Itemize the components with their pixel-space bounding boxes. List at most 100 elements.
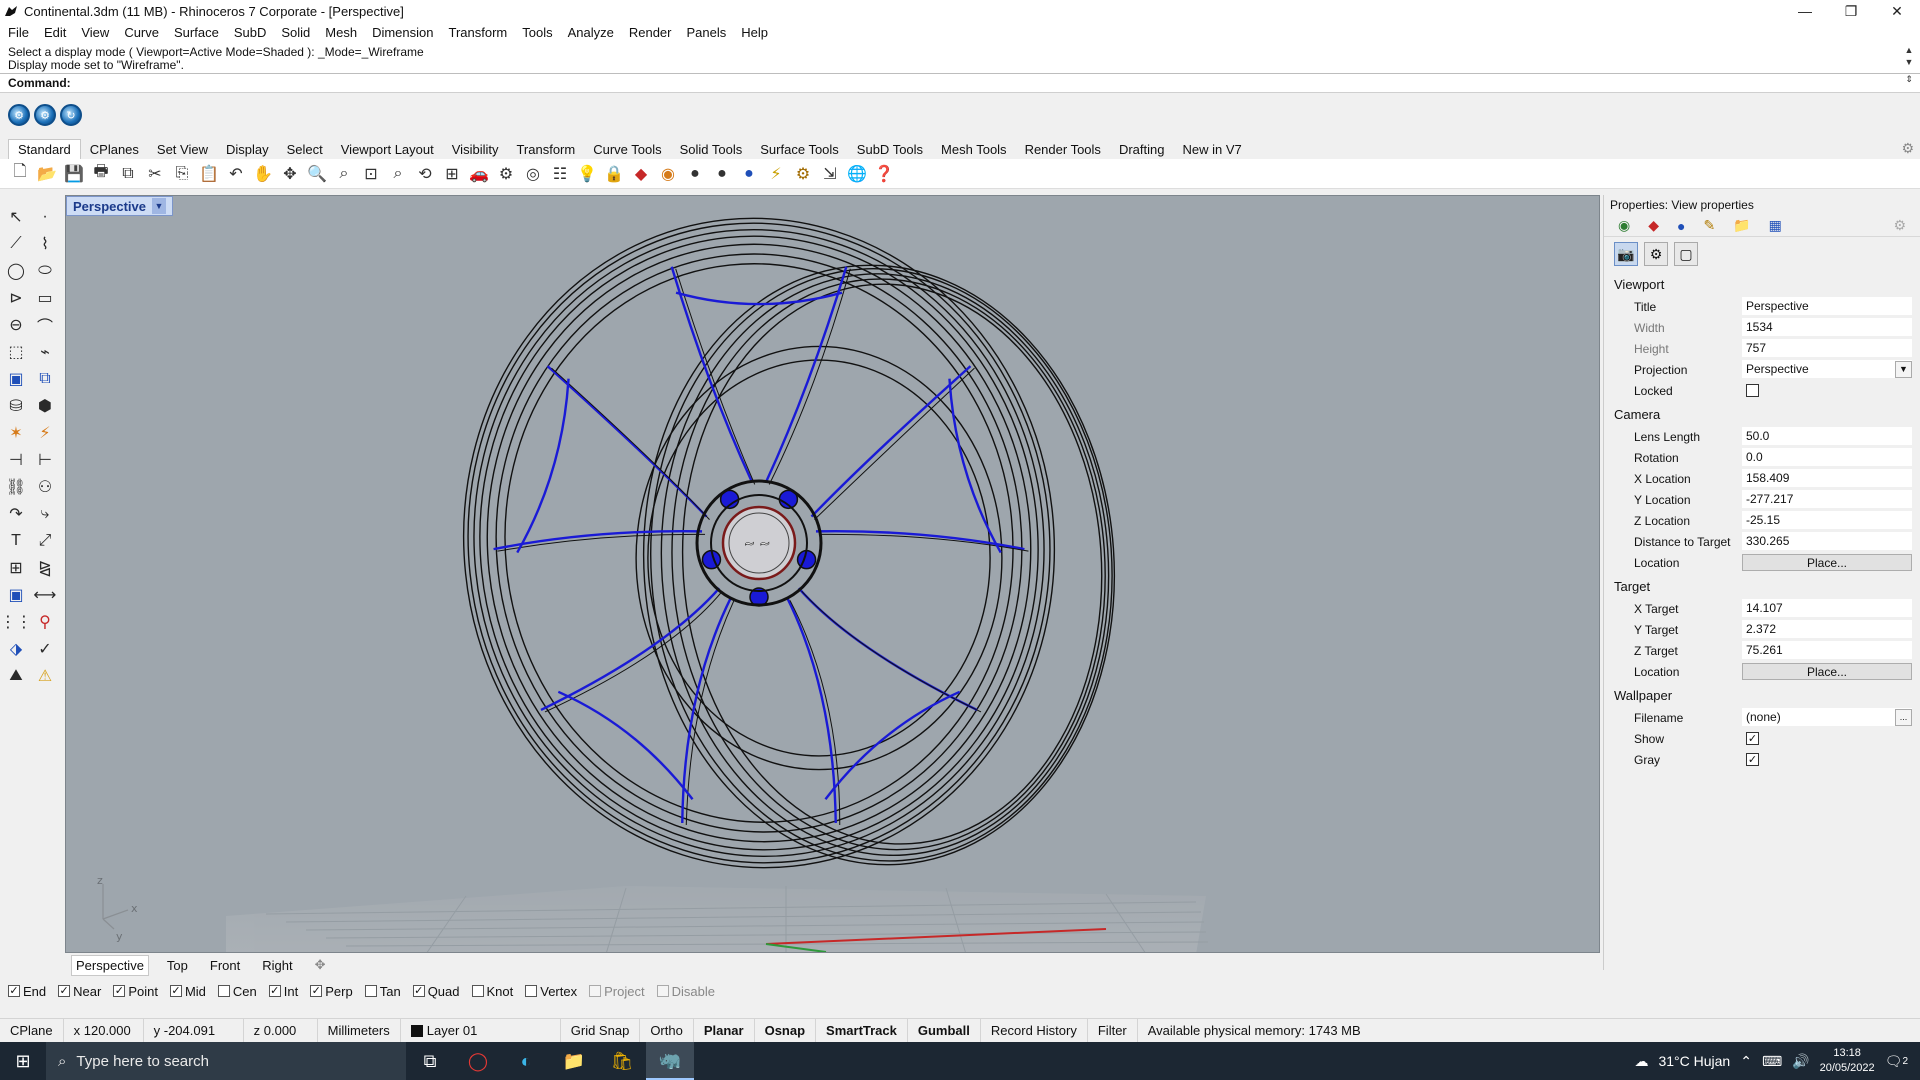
globe-icon[interactable]: 🌐: [845, 162, 869, 186]
panel-options-icon[interactable]: ⚙: [1893, 217, 1906, 234]
zoom-selected-icon[interactable]: ⌕: [386, 162, 410, 186]
prop-distance-field[interactable]: 330.265: [1742, 532, 1912, 551]
osnap-checkbox[interactable]: ✓: [310, 985, 323, 997]
perspective-viewport[interactable]: ~ ~ z x y Perspective ▼: [65, 195, 1600, 953]
wand-icon[interactable]: ⚡: [764, 162, 788, 186]
prop-yloc-field[interactable]: -277.217: [1742, 490, 1912, 509]
osnap-near[interactable]: ✓ Near: [58, 984, 101, 999]
tab-cplanes[interactable]: CPlanes: [81, 140, 148, 159]
explode-icon[interactable]: ✶: [3, 420, 29, 446]
osnap-vertex[interactable]: Vertex: [525, 984, 577, 999]
prop-gray-checkbox[interactable]: ✓: [1746, 753, 1759, 766]
prop-filename-field[interactable]: (none)...: [1742, 708, 1912, 727]
viewport-tab-front[interactable]: Front: [206, 956, 244, 975]
osnap-checkbox[interactable]: ✓: [412, 985, 425, 997]
array-icon[interactable]: ⊞: [3, 555, 29, 581]
offset-icon[interactable]: ⊖: [3, 312, 29, 338]
tab-surface-tools[interactable]: Surface Tools: [751, 140, 848, 159]
status-toggle-gumball[interactable]: Gumball: [908, 1019, 981, 1042]
osnap-checkbox[interactable]: ✓: [58, 985, 71, 997]
mirror-icon[interactable]: ⧎: [32, 555, 58, 581]
menu-dimension[interactable]: Dimension: [372, 25, 433, 40]
browse-button[interactable]: ...: [1895, 708, 1912, 726]
opera-icon[interactable]: ◯: [454, 1042, 502, 1080]
prop-show-checkbox[interactable]: ✓: [1746, 732, 1759, 745]
add-viewport-tab-icon[interactable]: ✥: [311, 955, 330, 975]
frame-icon[interactable]: ▢: [1674, 242, 1698, 266]
tab-render-tools[interactable]: Render Tools: [1016, 140, 1110, 159]
trim-icon[interactable]: ⊣: [3, 447, 29, 473]
zoom-extents-icon[interactable]: ⊡: [359, 162, 383, 186]
environment-sphere-icon[interactable]: ●: [737, 162, 761, 186]
osnap-checkbox[interactable]: [364, 985, 377, 997]
command-input[interactable]: [70, 75, 1900, 91]
analyze-icon[interactable]: ⛰: [3, 663, 29, 689]
properties-icon[interactable]: ☷: [548, 162, 572, 186]
menu-mesh[interactable]: Mesh: [325, 25, 357, 40]
options-gear-icon[interactable]: ⚙: [791, 162, 815, 186]
render-sphere-icon[interactable]: ●: [710, 162, 734, 186]
osnap-checkbox[interactable]: [589, 985, 602, 997]
lock-icon[interactable]: 🔒: [602, 162, 626, 186]
menu-solid[interactable]: Solid: [281, 25, 310, 40]
weather-text[interactable]: 31°C Hujan: [1658, 1053, 1730, 1069]
layer-icon[interactable]: ◆: [629, 162, 653, 186]
tab-subd-tools[interactable]: SubD Tools: [848, 140, 932, 159]
tab-set-view[interactable]: Set View: [148, 140, 217, 159]
fillet-icon[interactable]: ↷: [3, 501, 29, 527]
rhino-gear-icon[interactable]: ⚙: [8, 104, 30, 126]
viewport-title-tab[interactable]: Perspective ▼: [66, 196, 173, 216]
status-toggle-osnap[interactable]: Osnap: [755, 1019, 817, 1042]
viewport-tab-perspective[interactable]: Perspective: [71, 954, 149, 976]
print-icon[interactable]: 🖶: [89, 162, 113, 186]
chevron-up-icon[interactable]: ⌃: [1740, 1053, 1752, 1070]
join-icon[interactable]: ⛓: [3, 474, 29, 500]
viewport-layout-icon[interactable]: ⊞: [440, 162, 464, 186]
rotate-view-icon[interactable]: ⟲: [413, 162, 437, 186]
tab-transform[interactable]: Transform: [507, 140, 584, 159]
ellipse-icon[interactable]: ⬭: [32, 258, 58, 284]
viewport-menu-arrow-icon[interactable]: ▼: [152, 198, 166, 214]
rectangle-icon[interactable]: ▭: [32, 285, 58, 311]
notification-icon[interactable]: 🗨: [1885, 1053, 1903, 1070]
materials-icon[interactable]: ●: [1677, 218, 1685, 234]
minimize-button[interactable]: —: [1782, 0, 1828, 22]
menu-view[interactable]: View: [81, 25, 109, 40]
weather-icon[interactable]: ☁: [1634, 1053, 1648, 1070]
osnap-checkbox[interactable]: [471, 985, 484, 997]
tab-select[interactable]: Select: [278, 140, 332, 159]
color-wheel-icon[interactable]: ◉: [656, 162, 680, 186]
help-icon[interactable]: ❓: [872, 162, 896, 186]
osnap-project[interactable]: Project: [589, 984, 645, 999]
tab-visibility[interactable]: Visibility: [443, 140, 508, 159]
split-icon[interactable]: ⚡: [32, 420, 58, 446]
osnap-end[interactable]: ✓ End: [8, 984, 46, 999]
menu-render[interactable]: Render: [629, 25, 672, 40]
prop-zloc-field[interactable]: -25.15: [1742, 511, 1912, 530]
mesh-icon[interactable]: ⬢: [32, 393, 58, 419]
prop-xtarget-field[interactable]: 14.107: [1742, 599, 1912, 618]
prop-lens-field[interactable]: 50.0: [1742, 427, 1912, 446]
scale-icon[interactable]: ⤢: [32, 528, 58, 554]
close-button[interactable]: ✕: [1874, 0, 1920, 22]
save-icon[interactable]: 💾: [62, 162, 86, 186]
rhino-settings-icon[interactable]: ⚙: [34, 104, 56, 126]
history-icon[interactable]: ⚲: [32, 609, 58, 635]
grid-array-icon[interactable]: ⋮⋮: [0, 609, 32, 635]
status-toggle-planar[interactable]: Planar: [694, 1019, 755, 1042]
surface-loft-icon[interactable]: ⌁: [32, 339, 58, 365]
check-icon[interactable]: ✓: [32, 636, 58, 662]
select-arrow-icon[interactable]: ↖: [3, 204, 29, 230]
osnap-checkbox[interactable]: ✓: [8, 985, 20, 997]
render-mesh-icon[interactable]: ⚠: [32, 663, 58, 689]
osnap-quad[interactable]: ✓ Quad: [412, 984, 460, 999]
taskbar-search-box[interactable]: ⌕ Type here to search: [46, 1042, 406, 1080]
prop-rotation-field[interactable]: 0.0: [1742, 448, 1912, 467]
display-icon[interactable]: ▦: [1769, 217, 1782, 234]
clock[interactable]: 13:18 20/05/2022: [1820, 1046, 1875, 1076]
scroll-down-icon[interactable]: ▼: [1902, 57, 1916, 67]
menu-analyze[interactable]: Analyze: [568, 25, 614, 40]
cut-icon[interactable]: ✂: [143, 162, 167, 186]
tab-mesh-tools[interactable]: Mesh Tools: [932, 140, 1016, 159]
car-icon[interactable]: 🚗: [467, 162, 491, 186]
